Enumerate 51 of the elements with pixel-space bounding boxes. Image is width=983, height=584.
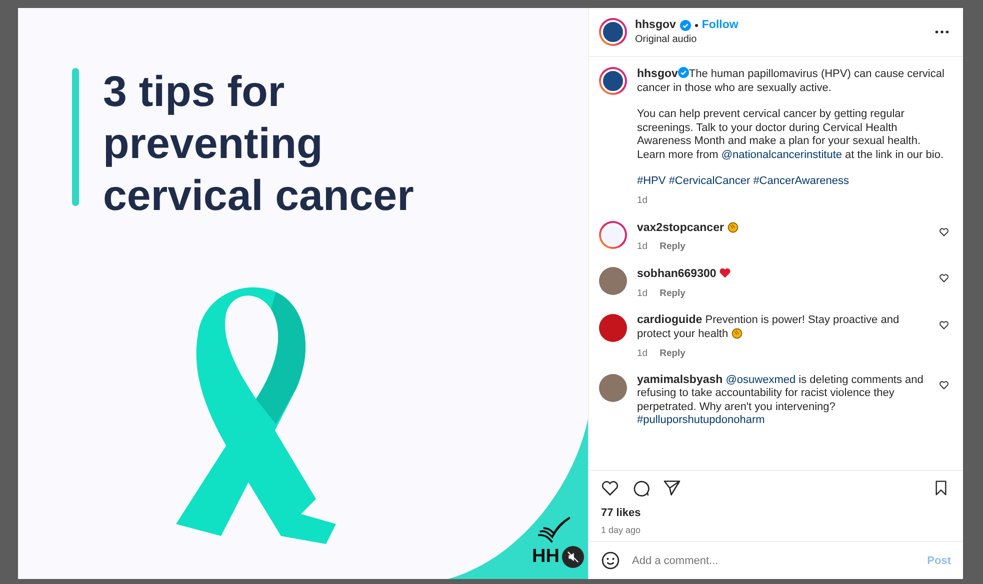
avatar[interactable] xyxy=(599,314,627,342)
username[interactable]: hhsgov xyxy=(635,19,676,31)
emoji-icon[interactable] xyxy=(601,551,620,570)
avatar[interactable] xyxy=(599,220,627,248)
like-icon[interactable] xyxy=(939,320,949,330)
heart-emoji-icon xyxy=(719,267,732,279)
comment-text: cardioguide Prevention is power! Stay proactive and protect your health xyxy=(637,314,900,342)
username[interactable]: vax2stopcancer xyxy=(637,222,724,234)
username[interactable]: cardioguide xyxy=(637,314,702,326)
timestamp: 1d xyxy=(637,194,648,206)
username[interactable]: yamimalsbyash xyxy=(637,374,723,386)
username[interactable]: sobhan669300 xyxy=(637,268,716,280)
avatar[interactable] xyxy=(599,374,627,402)
muted-speaker-icon xyxy=(567,551,579,563)
link[interactable]: @osuwexmed xyxy=(726,374,796,386)
separator-dot xyxy=(694,24,698,26)
link[interactable]: #CervicalCancer xyxy=(668,175,750,187)
headline: 3 tips for preventing cervical cancer xyxy=(103,67,414,222)
comment-text: yamimalsbyash @osuwexmed is deleting comments and refusing to take accountability for racist violence they perpetrated. Why aren't you intervening? #pulluporshutupdonoharm xyxy=(637,374,924,428)
link[interactable]: #CancerAwareness xyxy=(753,175,849,187)
bookmark-icon[interactable] xyxy=(933,479,949,497)
username[interactable]: hhsgov xyxy=(637,68,678,80)
timestamp: 1d xyxy=(637,241,648,252)
audio-label[interactable]: Original audio xyxy=(635,34,927,45)
link[interactable]: @nationalcancerinstitute xyxy=(721,148,842,160)
like-icon[interactable] xyxy=(939,380,949,390)
more-options-icon[interactable] xyxy=(935,30,949,34)
post-date: 1 day ago xyxy=(601,525,642,535)
avatar[interactable] xyxy=(599,67,627,95)
like-icon[interactable] xyxy=(601,479,619,497)
like-icon[interactable] xyxy=(939,273,949,283)
clapping-hands-icon xyxy=(731,327,744,339)
likes-count[interactable]: 77 likes xyxy=(601,507,949,519)
logo-text: HH xyxy=(532,546,560,568)
avatar[interactable] xyxy=(599,267,627,295)
reply-link[interactable]: Reply xyxy=(660,241,686,252)
avatar[interactable] xyxy=(599,18,627,46)
reply-link[interactable]: Reply xyxy=(660,348,686,358)
link[interactable]: #pulluporshutupdonoharm xyxy=(637,414,765,426)
like-icon[interactable] xyxy=(939,226,949,236)
timestamp: 1d xyxy=(637,348,648,358)
send-icon[interactable] xyxy=(663,479,681,497)
caption-text: You can help prevent cervical cancer by getting regular screenings. Talk to your doctor during Cervical Health Awareness Month and make a plan for your sexual health. Learn more from @nationalcancerinstitute at the link in our bio. xyxy=(637,108,945,162)
clapping-hands-icon xyxy=(727,220,740,232)
reply-link[interactable]: Reply xyxy=(660,288,686,298)
link[interactable]: #HPV xyxy=(637,175,666,187)
comment-icon[interactable] xyxy=(632,479,650,497)
eagle-logo-icon xyxy=(536,514,572,544)
comment-input[interactable]: Add a comment... xyxy=(630,554,918,568)
caption-text: hhsgov The human papillomavirus (HPV) can cause cervical cancer in those who are sexually active. xyxy=(637,67,946,95)
timestamp: 1d xyxy=(637,288,648,298)
